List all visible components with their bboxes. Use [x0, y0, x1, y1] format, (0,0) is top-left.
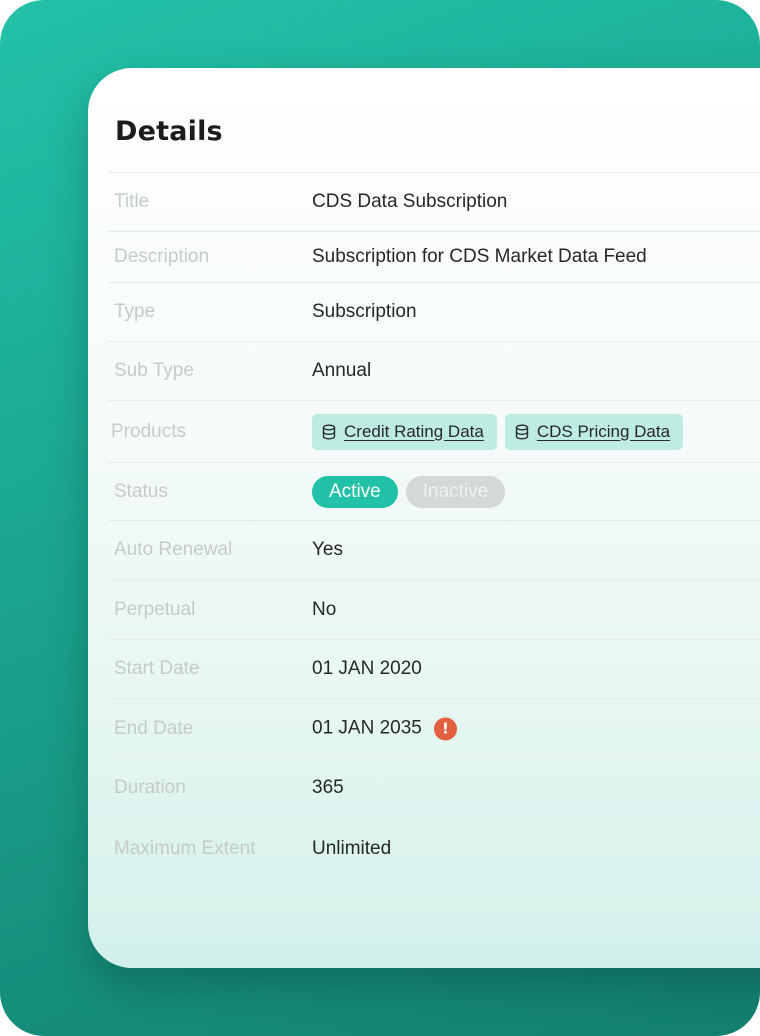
details-card: Details Title CDS Data Subscription Desc…	[88, 68, 760, 968]
row-value: 01 JAN 2035	[312, 717, 422, 739]
detail-row-title: Title CDS Data Subscription	[108, 172, 760, 231]
row-value: Yes	[312, 539, 343, 560]
row-label: Products	[111, 420, 186, 442]
detail-row-perpetual: Perpetual No	[108, 579, 760, 639]
detail-row-status: Status Active Inactive	[108, 462, 760, 520]
chip-label: CDS Pricing Data	[536, 421, 671, 441]
detail-row-start-date: Start Date 01 JAN 2020	[108, 639, 760, 698]
row-label: Perpetual	[114, 598, 196, 620]
detail-row-end-date: End Date 01 JAN 2035 !	[108, 698, 760, 758]
detail-row-sub-type: Sub Type Annual	[108, 341, 760, 400]
chip-label: Credit Rating Data	[344, 421, 484, 441]
row-label: Maximum Extent	[114, 837, 256, 859]
row-label: Auto Renewal	[114, 539, 233, 560]
row-label: Status	[114, 480, 168, 502]
row-value: No	[312, 598, 337, 620]
detail-row-maximum-extent: Maximum Extent Unlimited	[108, 817, 760, 879]
product-chip-credit-rating-data[interactable]: Credit Rating Data	[312, 413, 497, 450]
product-chips: Credit Rating Data CDS Pricing Data	[312, 413, 684, 450]
row-label: Description	[114, 246, 210, 267]
background-frame: Details Title CDS Data Subscription Desc…	[0, 0, 760, 1036]
row-value: Annual	[312, 360, 372, 381]
row-value: Subscription	[312, 301, 417, 322]
detail-row-products: Products Credit Rating Data CDS Pricing …	[108, 400, 760, 462]
product-chip-cds-pricing-data[interactable]: CDS Pricing Data	[504, 413, 684, 450]
detail-row-duration: Duration 365	[108, 758, 760, 817]
database-icon	[515, 424, 529, 440]
database-icon	[322, 424, 336, 440]
details-list: Title CDS Data Subscription Description …	[108, 172, 760, 879]
row-value: 365	[312, 777, 344, 798]
row-value: 01 JAN 2020	[312, 658, 422, 679]
row-value: Subscription for CDS Market Data Feed	[312, 246, 647, 267]
status-inactive-button[interactable]: Inactive	[405, 475, 506, 508]
row-label: Type	[114, 301, 156, 322]
row-label: Title	[114, 191, 150, 212]
detail-row-description: Description Subscription for CDS Market …	[108, 231, 760, 282]
status-toggle: Active Inactive	[312, 475, 506, 508]
end-date-value: 01 JAN 2035 !	[312, 717, 457, 740]
row-label: End Date	[114, 717, 194, 739]
row-label: Duration	[114, 777, 186, 798]
card-title: Details	[115, 116, 223, 147]
row-value: Unlimited	[312, 837, 392, 859]
status-active-button[interactable]: Active	[312, 475, 398, 508]
detail-row-type: Type Subscription	[108, 282, 760, 341]
detail-row-auto-renewal: Auto Renewal Yes	[108, 520, 760, 579]
warning-icon[interactable]: !	[433, 717, 457, 740]
row-value: CDS Data Subscription	[312, 191, 508, 212]
row-label: Sub Type	[114, 360, 194, 381]
row-label: Start Date	[114, 658, 200, 679]
